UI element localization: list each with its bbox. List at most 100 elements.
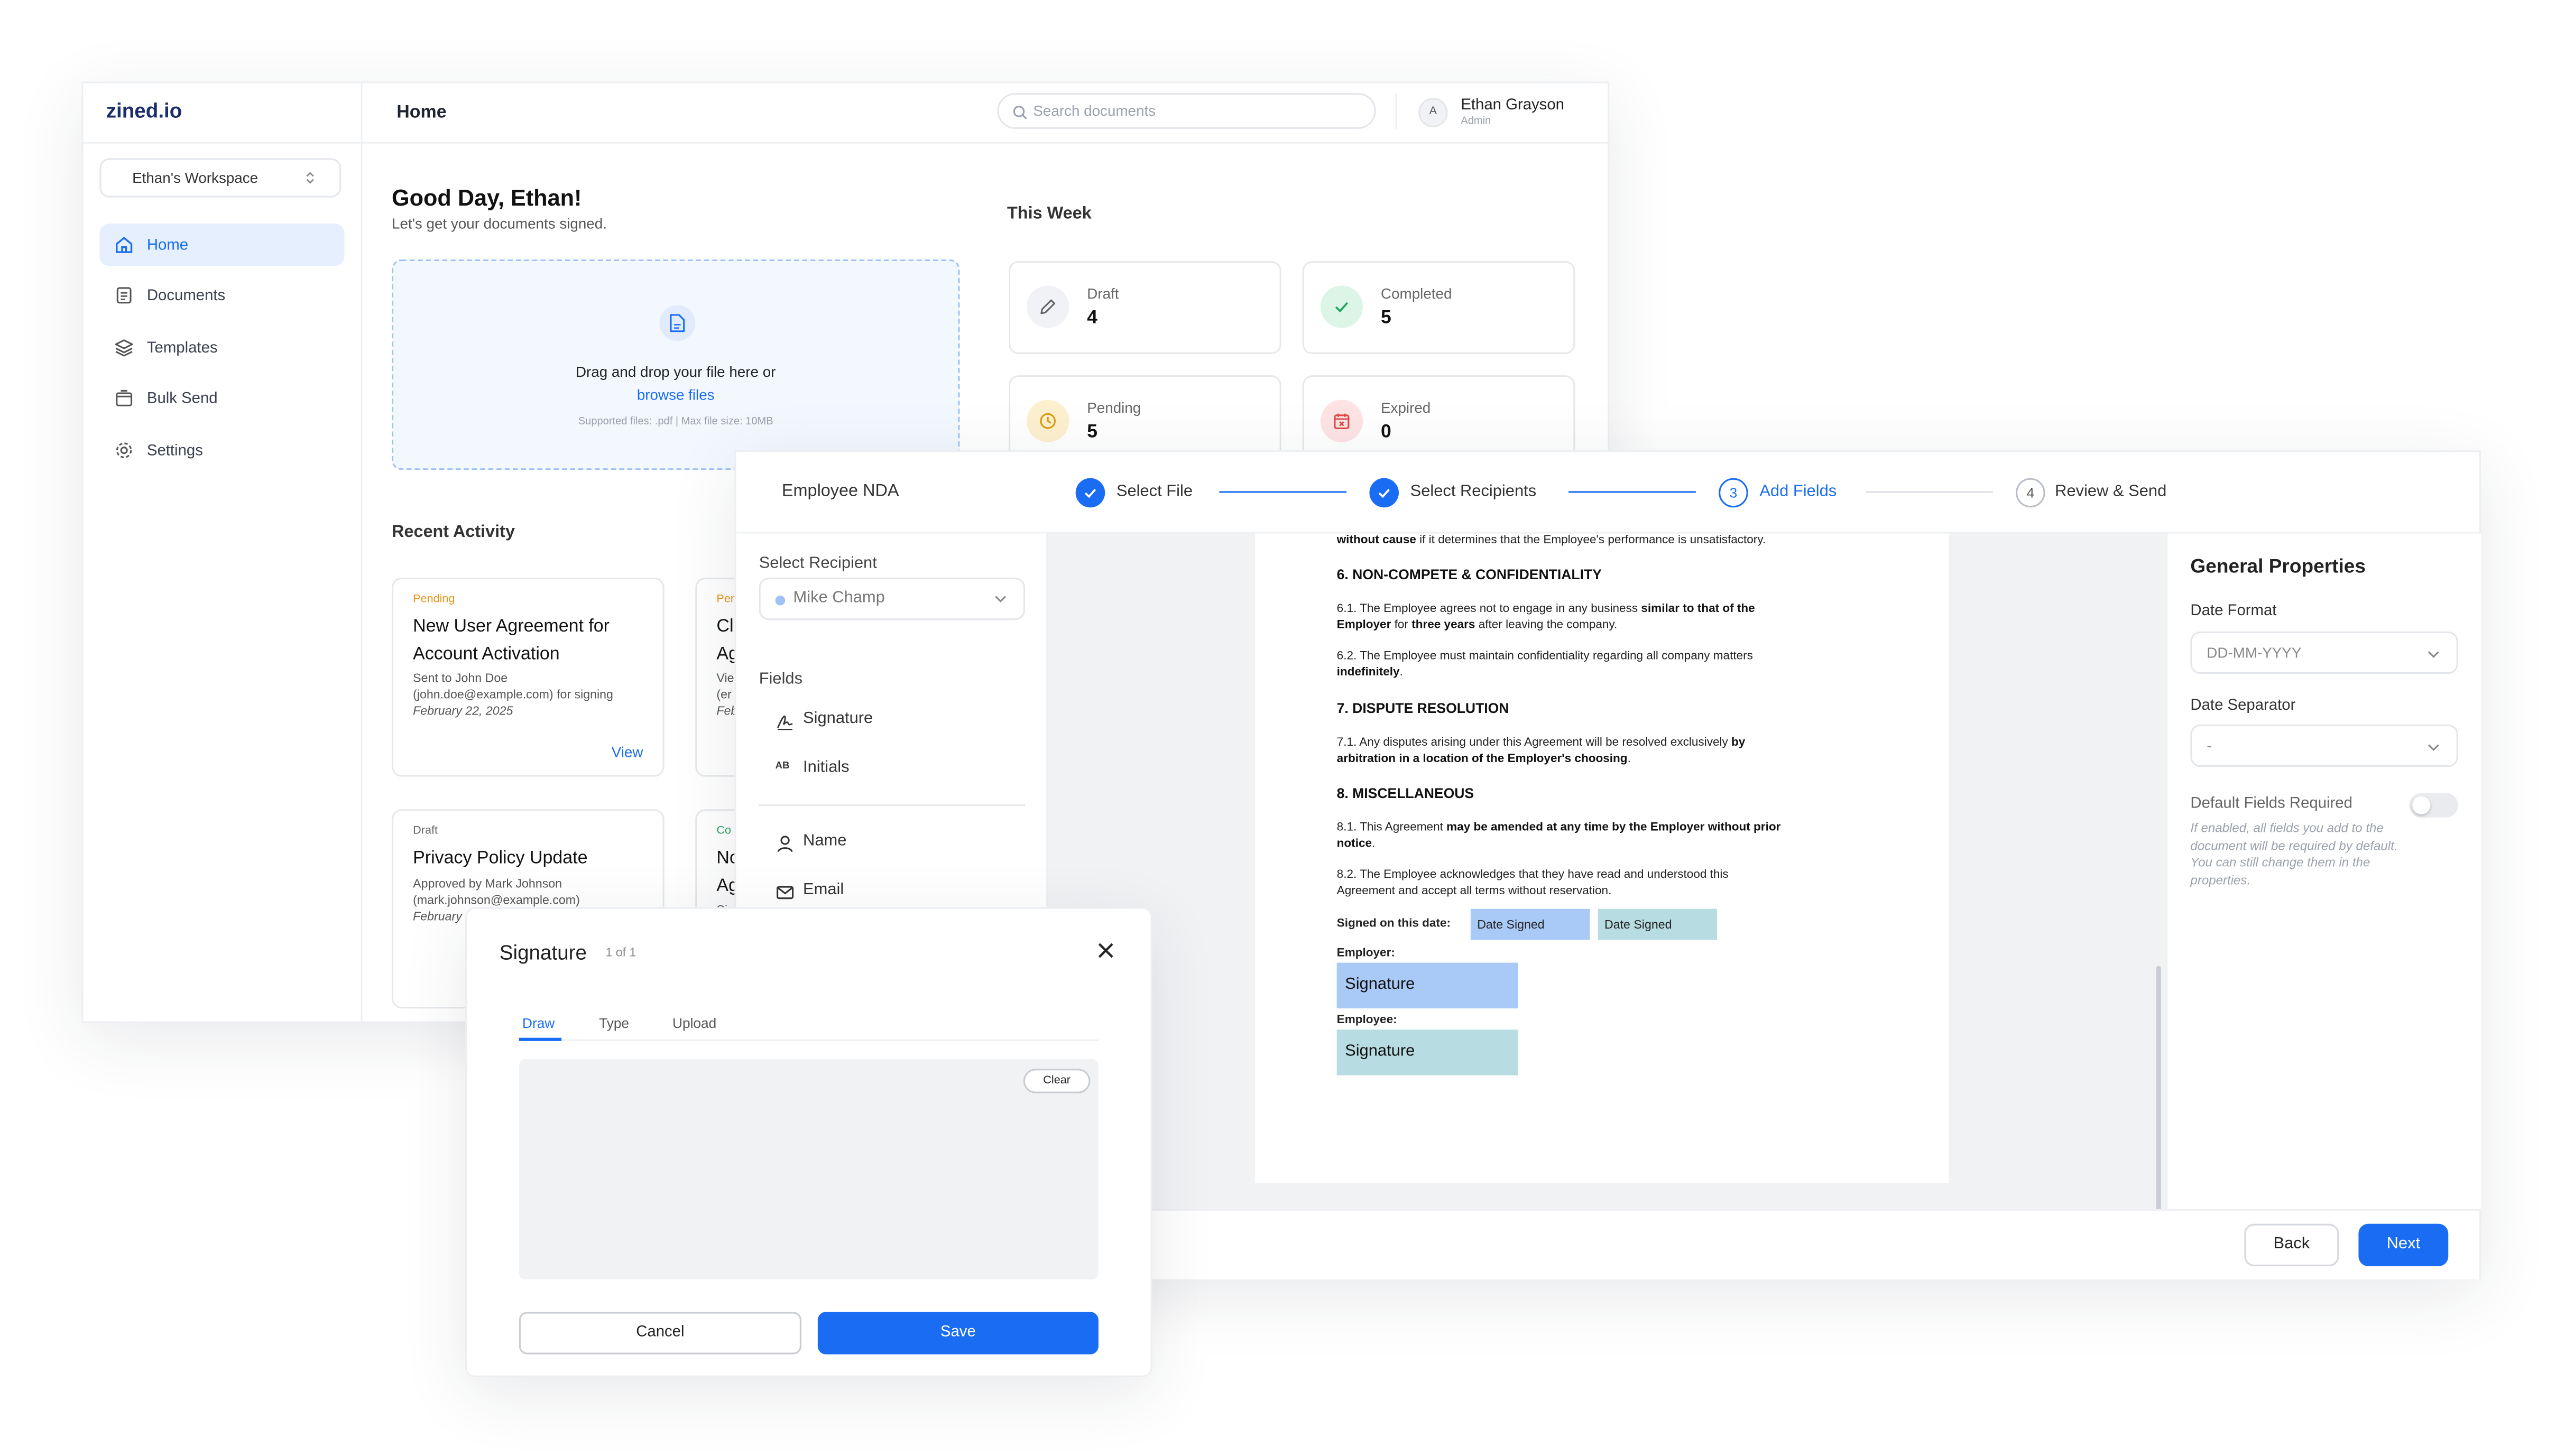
date-separator-value: - [2207,737,2212,754]
stat-card-completed[interactable]: Completed 5 [1302,261,1575,354]
field-label: Name [803,832,847,850]
step-connector [1866,491,1993,493]
tab-type[interactable]: Type [599,1015,629,1031]
workspace-name: Ethan's Workspace [132,170,259,186]
date-format-value: DD-MM-YYYY [2207,644,2302,661]
view-link[interactable]: View [612,744,643,761]
page-title: Home [396,103,447,123]
wizard-header: Employee NDA Select File Select Recipien… [736,452,2479,534]
close-icon[interactable] [1097,941,1115,959]
search-input[interactable]: Search documents [997,92,1376,129]
toggle-knob [2412,796,2431,814]
recent-activity-title: Recent Activity [392,522,515,542]
date-format-select[interactable]: DD-MM-YYYY [2190,631,2458,674]
app-logo[interactable]: zined.io [106,99,182,122]
recipient-select[interactable]: Mike Champ [759,577,1025,620]
this-week-title: This Week [1007,203,1092,224]
file-dropzone[interactable]: Drag and drop your file here or browse f… [392,259,960,470]
field-label: Initials [803,758,850,777]
chevron-down-icon [994,594,1007,604]
step-2-check-icon[interactable] [1369,478,1399,508]
step-4-label[interactable]: Review & Send [2055,483,2166,501]
default-required-help: If enabled, all fields you add to the do… [2190,821,2398,887]
document-paragraph: without cause if it determines that the … [1336,533,1766,547]
sidebar-item-label: Bulk Send [146,389,218,408]
section-heading: 6. NON-COMPETE & CONFIDENTIALITY [1336,566,1602,583]
active-tab-indicator [519,1037,562,1041]
document-scrollbar[interactable] [2156,966,2161,1211]
browse-files-link[interactable]: browse files [393,387,958,403]
sidebar-item-templates[interactable]: Templates [99,327,344,369]
employee-label: Employee: [1336,1012,1397,1027]
dropzone-text: Drag and drop your file here or [575,364,776,381]
field-label: Email [803,881,844,899]
search-icon [1012,105,1028,121]
stat-card-draft[interactable]: Draft 4 [1009,261,1281,354]
stat-value: 5 [1381,308,1391,328]
topbar-divider [1395,92,1397,129]
sidebar-item-bulk-send[interactable]: Bulk Send [99,377,344,419]
back-button[interactable]: Back [2244,1223,2339,1266]
properties-title: General Properties [2190,554,2366,578]
fields-divider [759,804,1025,806]
next-button[interactable]: Next [2358,1223,2449,1266]
status-badge: Pen [716,593,737,606]
sidebar-item-label: Templates [146,339,218,358]
document-page: without cause if it determines that the … [1255,533,1949,1183]
check-icon [1320,285,1363,328]
cancel-button[interactable]: Cancel [519,1312,801,1355]
step-3-number[interactable]: 3 [1719,478,1748,508]
signature-field-employer[interactable]: Signature [1336,962,1518,1009]
step-1-check-icon[interactable] [1075,478,1105,508]
default-required-toggle[interactable] [2409,793,2458,818]
select-recipient-label: Select Recipient [759,554,877,573]
clear-button[interactable]: Clear [1023,1069,1091,1093]
chevron-down-icon [2427,650,2440,660]
workspace-selector[interactable]: Ethan's Workspace [99,158,342,198]
initials-icon: AB [775,762,790,772]
step-3-label[interactable]: Add Fields [1759,483,1837,501]
card-description: Sent to John Doe [413,670,508,685]
status-badge: Pending [413,593,455,606]
stat-label: Completed [1381,285,1452,302]
sidebar-item-documents[interactable]: Documents [99,274,344,317]
signature-draw-canvas[interactable]: Clear [519,1059,1099,1279]
sidebar: zined.io Ethan's Workspace Home Document… [83,83,363,1022]
date-separator-select[interactable]: - [2190,724,2458,767]
card-description: (er [716,687,732,702]
activity-card[interactable]: Pending New User Agreement for Account A… [392,577,665,777]
tab-upload[interactable]: Upload [672,1015,716,1031]
sidebar-divider [83,142,361,144]
document-name: Employee NDA [781,481,899,501]
card-title: Privacy Policy Update [413,848,588,868]
date-signed-field-employer[interactable]: Date Signed [1470,908,1590,940]
step-4-number[interactable]: 4 [2016,478,2045,508]
recipient-value: Mike Champ [793,589,885,607]
stat-label: Pending [1087,400,1141,416]
user-name[interactable]: Ethan Grayson [1461,96,1564,114]
step-2-label[interactable]: Select Recipients [1410,483,1537,501]
step-connector [1568,491,1696,493]
employer-label: Employer: [1336,944,1395,960]
section-heading: 7. DISPUTE RESOLUTION [1336,700,1509,717]
clock-icon [1027,400,1069,442]
home-icon [114,235,134,255]
status-badge: Co [716,826,732,837]
layers-icon [114,338,134,357]
save-button[interactable]: Save [817,1312,1099,1355]
document-paragraph: 6.2. The Employee must maintain confiden… [1336,647,1753,679]
card-description: Approved by Mark Johnson [413,876,562,891]
step-connector [1219,491,1347,493]
step-1-label[interactable]: Select File [1116,483,1193,501]
card-description: (mark.johnson@example.com) [413,892,580,907]
document-canvas[interactable]: without cause if it determines that the … [1048,533,2166,1209]
date-signed-field-employee[interactable]: Date Signed [1598,908,1718,940]
modal-title: Signature [499,941,587,965]
dropzone-hint: Supported files: .pdf | Max file size: 1… [578,416,773,428]
sidebar-item-settings[interactable]: Settings [99,429,344,471]
tab-draw[interactable]: Draw [522,1015,555,1031]
signature-field-employee[interactable]: Signature [1336,1030,1518,1075]
bulk-send-icon [114,388,134,408]
avatar[interactable]: A [1418,98,1448,127]
sidebar-item-home[interactable]: Home [99,223,345,266]
